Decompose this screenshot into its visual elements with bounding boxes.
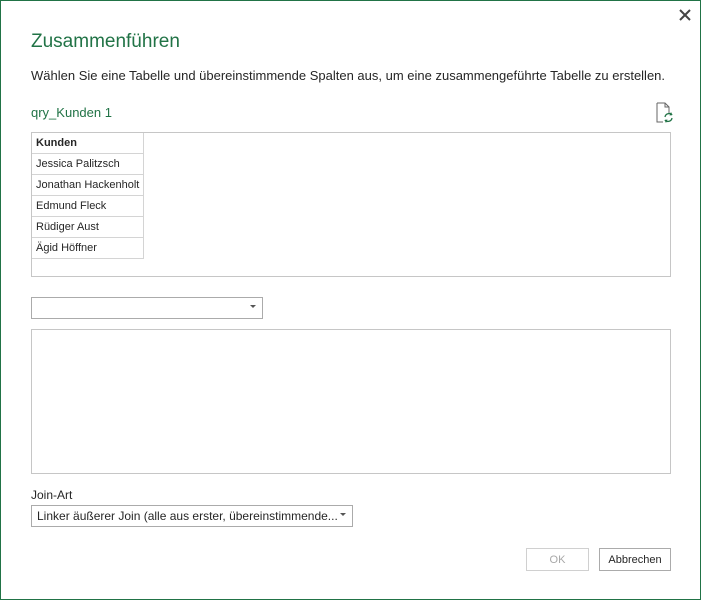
table-row[interactable]: Jessica Palitzsch xyxy=(32,153,145,175)
dialog-title: Zusammenführen xyxy=(31,31,180,52)
join-type-select[interactable]: Linker äußerer Join (alle aus erster, üb… xyxy=(31,505,353,527)
table-row[interactable]: Rüdiger Aust xyxy=(32,216,145,238)
close-button[interactable] xyxy=(674,5,696,25)
column-header-kunden[interactable]: Kunden xyxy=(32,133,145,154)
refresh-preview-button[interactable] xyxy=(654,102,674,124)
cancel-button[interactable]: Abbrechen xyxy=(599,548,671,571)
table-row[interactable]: Edmund Fleck xyxy=(32,195,145,217)
chevron-down-icon xyxy=(340,513,346,516)
second-table-select[interactable] xyxy=(31,297,263,319)
merge-dialog: Zusammenführen Wählen Sie eine Tabelle u… xyxy=(0,0,701,600)
preview-table: Kunden Jessica Palitzsch Jonathan Hacken… xyxy=(32,133,145,259)
second-table-preview xyxy=(31,329,671,474)
dialog-description: Wählen Sie eine Tabelle und übereinstimm… xyxy=(31,68,666,83)
first-table-preview: Kunden Jessica Palitzsch Jonathan Hacken… xyxy=(31,132,671,277)
table-row[interactable]: Ägid Höffner xyxy=(32,237,145,259)
join-type-label: Join-Art xyxy=(31,488,73,502)
ok-button[interactable]: OK xyxy=(526,548,589,571)
join-type-value: Linker äußerer Join (alle aus erster, üb… xyxy=(37,509,338,523)
query-name: qry_Kunden 1 xyxy=(31,105,112,120)
chevron-down-icon xyxy=(250,305,256,308)
table-row[interactable]: Jonathan Hackenholt xyxy=(32,174,145,196)
close-icon xyxy=(679,9,691,21)
refresh-icon xyxy=(656,102,673,123)
